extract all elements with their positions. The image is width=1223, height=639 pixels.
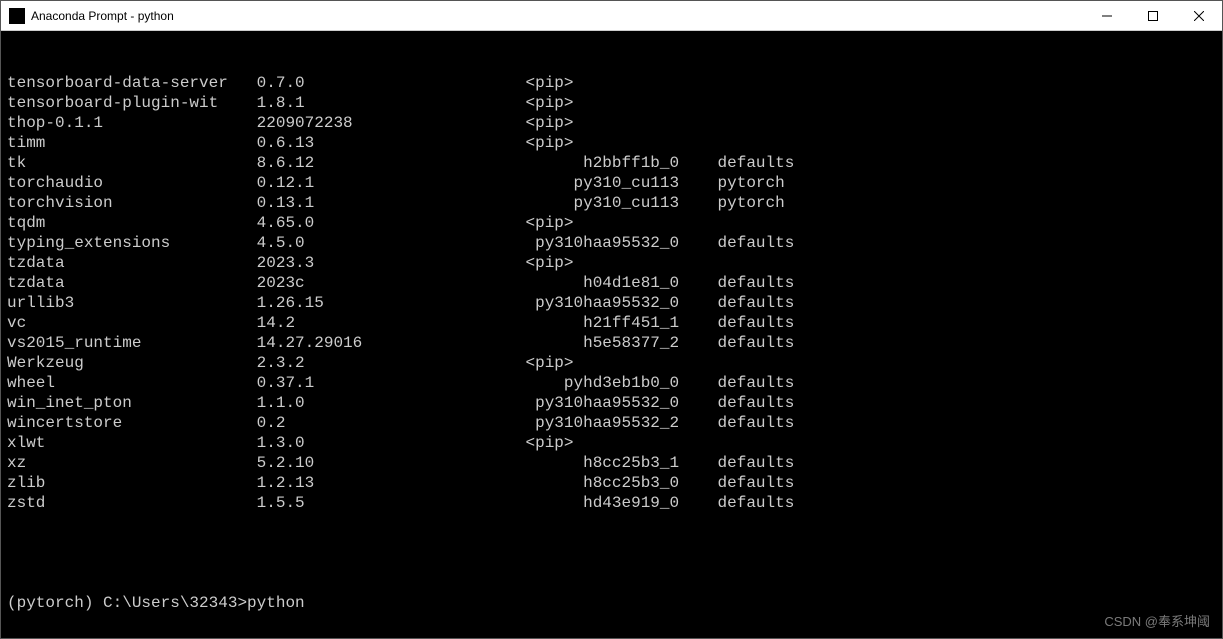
close-icon (1194, 11, 1204, 21)
package-row: tensorboard-plugin-wit 1.8.1 <pip> (7, 93, 1216, 113)
package-row: tzdata 2023c h04d1e81_0 defaults (7, 273, 1216, 293)
app-window: Anaconda Prompt - python tensorboard-dat… (0, 0, 1223, 639)
package-row: tk 8.6.12 h2bbff1b_0 defaults (7, 153, 1216, 173)
minimize-icon (1102, 11, 1112, 21)
close-button[interactable] (1176, 1, 1222, 31)
maximize-button[interactable] (1130, 1, 1176, 31)
shell-prompt-line: (pytorch) C:\Users\32343>python (7, 593, 1216, 613)
package-row: xlwt 1.3.0 <pip> (7, 433, 1216, 453)
package-row: Werkzeug 2.3.2 <pip> (7, 353, 1216, 373)
package-row: xz 5.2.10 h8cc25b3_1 defaults (7, 453, 1216, 473)
terminal-icon (9, 8, 25, 24)
watermark: CSDN @奉系坤阈 (1104, 612, 1210, 632)
package-row: wheel 0.37.1 pyhd3eb1b0_0 defaults (7, 373, 1216, 393)
package-row: timm 0.6.13 <pip> (7, 133, 1216, 153)
terminal-output[interactable]: tensorboard-data-server 0.7.0 <pip> tens… (1, 31, 1222, 638)
window-title: Anaconda Prompt - python (31, 9, 174, 23)
package-row: torchaudio 0.12.1 py310_cu113 pytorch (7, 173, 1216, 193)
package-row: tensorboard-data-server 0.7.0 <pip> (7, 73, 1216, 93)
package-row: torchvision 0.13.1 py310_cu113 pytorch (7, 193, 1216, 213)
package-row: tzdata 2023.3 <pip> (7, 253, 1216, 273)
package-row: zstd 1.5.5 hd43e919_0 defaults (7, 493, 1216, 513)
maximize-icon (1148, 11, 1158, 21)
package-row: thop-0.1.1 2209072238 <pip> (7, 113, 1216, 133)
package-list: tensorboard-data-server 0.7.0 <pip> tens… (7, 73, 1216, 513)
package-row: vc 14.2 h21ff451_1 defaults (7, 313, 1216, 333)
package-row: win_inet_pton 1.1.0 py310haa95532_0 defa… (7, 393, 1216, 413)
package-row: typing_extensions 4.5.0 py310haa95532_0 … (7, 233, 1216, 253)
package-row: zlib 1.2.13 h8cc25b3_0 defaults (7, 473, 1216, 493)
package-row: wincertstore 0.2 py310haa95532_2 default… (7, 413, 1216, 433)
package-row: urllib3 1.26.15 py310haa95532_0 defaults (7, 293, 1216, 313)
package-row: tqdm 4.65.0 <pip> (7, 213, 1216, 233)
package-row: vs2015_runtime 14.27.29016 h5e58377_2 de… (7, 333, 1216, 353)
minimize-button[interactable] (1084, 1, 1130, 31)
titlebar[interactable]: Anaconda Prompt - python (1, 1, 1222, 31)
